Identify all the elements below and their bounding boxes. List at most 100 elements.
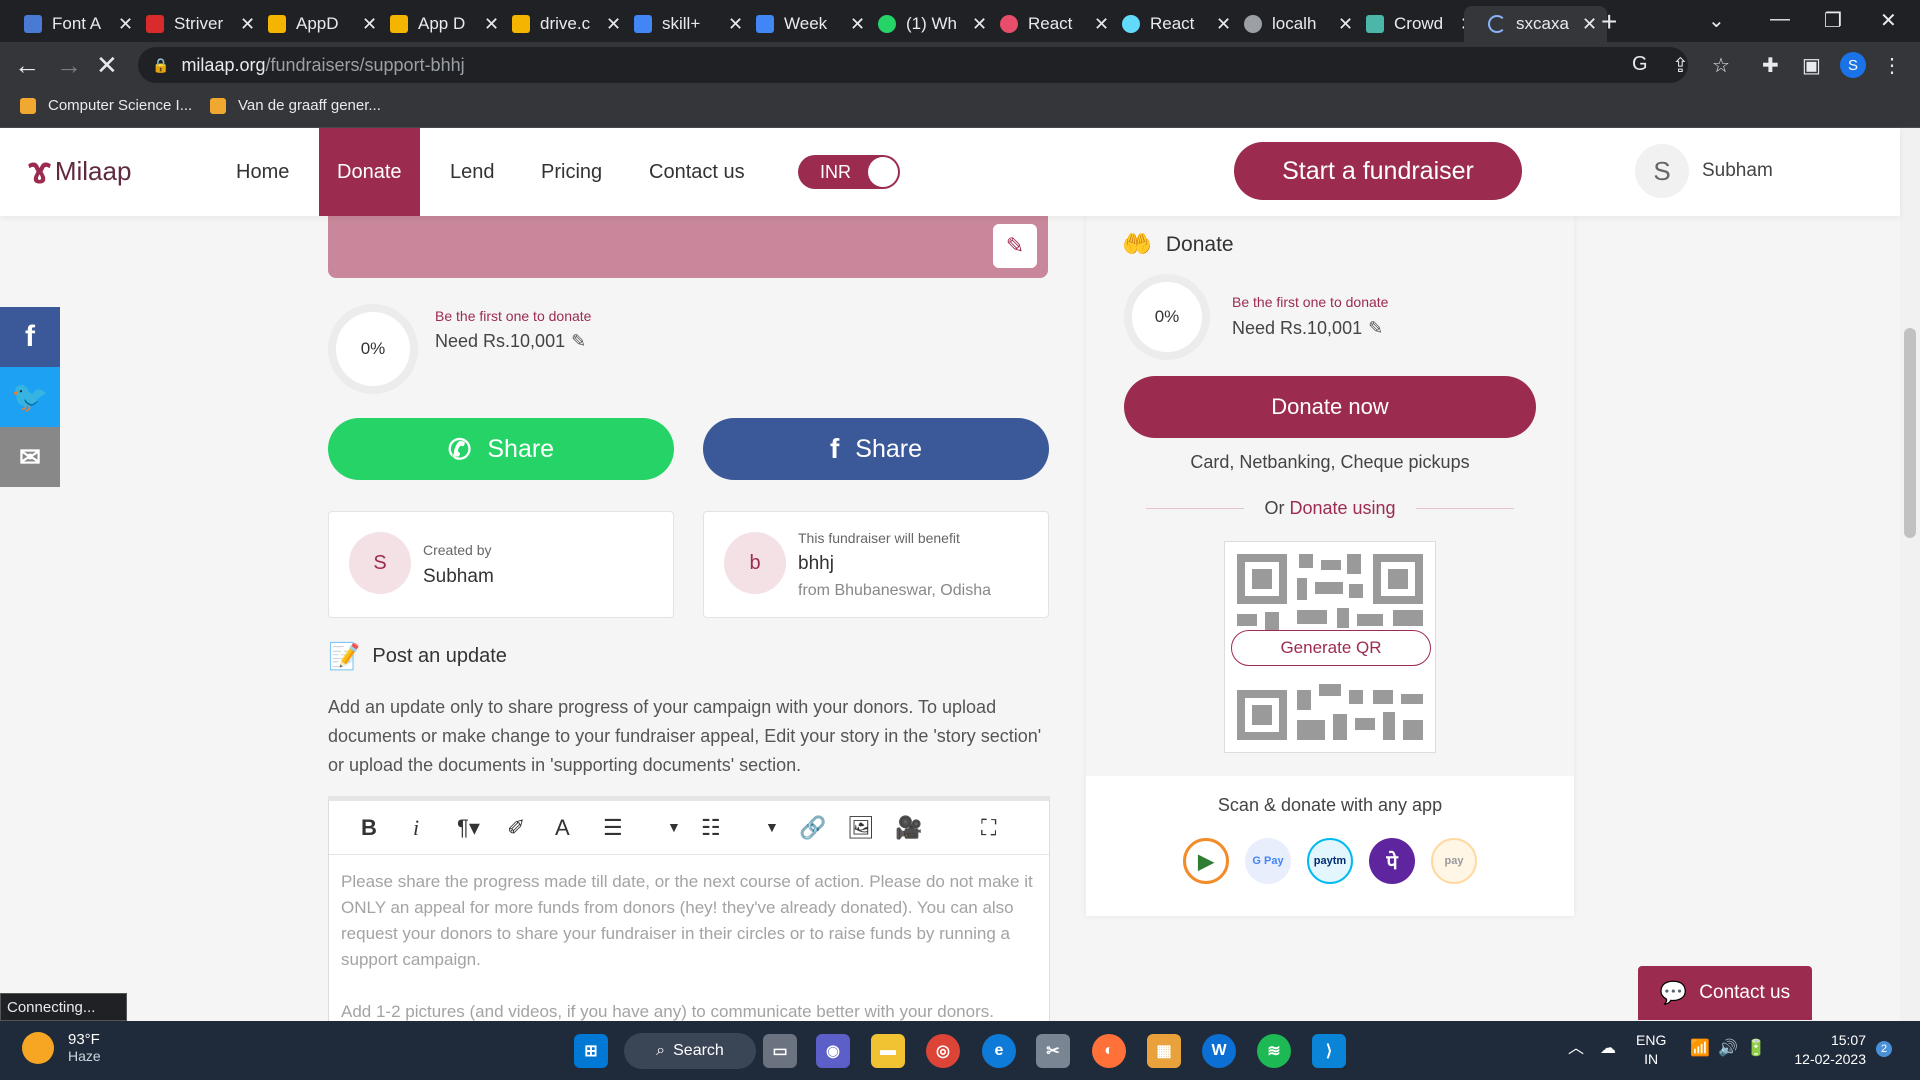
bookmark-favicon-icon [20,97,36,114]
file-explorer-icon[interactable]: ▬ [871,1034,905,1068]
google-icon[interactable]: G [1632,53,1648,76]
tab-favicon-icon [146,15,164,33]
scan-donate-text: Scan & donate with any app [1217,795,1443,815]
forward-icon[interactable]: → [56,50,82,81]
generate-qr-button[interactable]: Generate QR [1231,630,1431,666]
windows-start-icon[interactable]: ⊞ [574,1034,608,1068]
spotify-icon[interactable]: ≋ [1257,1034,1291,1068]
bookmark-star-icon[interactable]: ☆ [1712,53,1730,78]
payment-methods-text: Card, Netbanking, Cheque pickups [1190,452,1470,472]
bhim-icon[interactable]: ▶ [1183,838,1229,884]
gpay-icon[interactable]: G Pay [1245,838,1291,884]
browser-tab-active[interactable]: sxcaxa ✕ [1464,6,1608,42]
language-indicator[interactable]: ENG IN [1636,1031,1666,1069]
user-name[interactable]: Subham [1702,160,1773,182]
word-icon[interactable]: W [1202,1034,1236,1068]
lock-icon[interactable]: 🔒 [152,57,169,74]
teams-chat-icon[interactable]: ◉ [816,1034,850,1068]
video-icon[interactable]: 🎥 [895,815,922,841]
wifi-icon[interactable]: 📶 [1690,1039,1710,1058]
edge-icon[interactable]: e [982,1034,1016,1068]
beneficiary-avatar: b [724,532,786,594]
unordered-list-icon[interactable]: ☷ [701,815,721,841]
post-update-heading: 📝 Post an update [328,641,507,671]
editor-textarea[interactable]: Please share the progress made till date… [329,855,1049,1039]
whatsapp-share-button[interactable]: ✆ Share [328,418,674,480]
tab-search-chevron-icon[interactable]: ⌄ [1708,8,1725,33]
chrome-icon[interactable]: ◎ [926,1034,960,1068]
bold-icon[interactable]: B [361,815,377,841]
bookmarks-bar: Computer Science I... Van de graaff gene… [0,88,1920,128]
facebook-share-icon[interactable]: f [0,307,60,367]
highlight-icon[interactable]: ✐ [507,815,525,841]
nav-pricing[interactable]: Pricing [541,128,602,216]
nav-contact-us[interactable]: Contact us [649,128,745,216]
link-icon[interactable]: 🔗 [799,815,826,841]
stop-loading-icon[interactable]: ✕ [96,50,118,81]
bookmark-item[interactable]: Van de graaff gener... [210,97,381,114]
beneficiary-location: from Bhubaneswar, Odisha [798,582,991,599]
ordered-list-icon[interactable]: ☰ [603,815,623,841]
extensions-icon[interactable]: ✚ [1762,53,1779,78]
unordered-list-dropdown-icon[interactable]: ▼ [765,819,779,835]
nav-donate[interactable]: Donate [319,128,420,216]
url-path: /fundraisers/support-bhhj [265,54,465,75]
text-color-icon[interactable]: A [555,815,570,841]
italic-icon[interactable]: i [413,815,419,841]
email-share-icon[interactable]: ✉ [0,427,60,487]
paytm-icon[interactable]: paytm [1307,838,1353,884]
weather-widget[interactable]: 93°F Haze [22,1031,101,1064]
edit-goal-icon[interactable]: ✎ [571,331,586,351]
currency-toggle[interactable]: INR [798,155,900,189]
milaap-logo[interactable]: ɤ Milaap [28,150,131,193]
phonepe-icon[interactable]: पे [1369,838,1415,884]
restore-icon[interactable]: ❐ [1824,8,1842,33]
tab-favicon-icon [512,15,530,33]
volume-icon[interactable]: 🔊 [1718,1039,1738,1058]
image-icon[interactable]: 🖼 [847,815,875,841]
firefox-icon[interactable]: ◐ [1092,1034,1126,1068]
tray-overflow-chevron-icon[interactable]: ︿ [1568,1039,1584,1058]
edit-cover-icon[interactable]: ✎ [993,224,1037,268]
post-update-icon: 📝 [328,641,361,671]
paragraph-format-icon[interactable]: ¶▾ [457,815,480,841]
taskbar-search[interactable]: ⌕ Search [624,1033,756,1069]
nav-lend[interactable]: Lend [450,128,495,216]
ordered-list-dropdown-icon[interactable]: ▼ [667,819,681,835]
cover-image [328,216,1048,278]
new-tab-icon[interactable]: + [1601,6,1617,38]
back-icon[interactable]: ← [14,50,40,81]
bookmark-item[interactable]: Computer Science I... [20,97,192,114]
notification-badge[interactable]: 2 [1876,1041,1892,1057]
facebook-share-button[interactable]: f Share [703,418,1049,480]
task-view-icon[interactable]: ▭ [763,1034,797,1068]
share-page-icon[interactable]: ⇪ [1672,53,1689,78]
donate-now-button[interactable]: Donate now [1124,376,1536,438]
contact-us-float-button[interactable]: 💬 Contact us [1638,966,1812,1020]
edit-goal-icon[interactable]: ✎ [1368,318,1383,338]
snipping-tool-icon[interactable]: ✂ [1036,1034,1070,1068]
onedrive-icon[interactable]: ☁ [1600,1039,1616,1058]
fullscreen-icon[interactable]: ⛶ [981,815,996,841]
minimize-icon[interactable]: — [1770,8,1790,31]
close-tab-icon[interactable]: ✕ [1582,14,1597,35]
scrollbar-thumb[interactable] [1904,328,1916,538]
first-donate-text: Be the first one to donate [435,308,592,324]
sidebar-progress-ring: 0% [1124,274,1210,360]
battery-icon[interactable]: 🔋 [1746,1039,1766,1058]
microsoft-store-icon[interactable]: ▦ [1147,1034,1181,1068]
user-avatar[interactable]: S [1635,144,1689,198]
side-panel-icon[interactable]: ▣ [1802,53,1821,78]
page-scrollbar[interactable] [1900,128,1920,1021]
amazon-pay-icon[interactable]: pay [1431,838,1477,884]
nav-home[interactable]: Home [236,128,289,216]
profile-avatar[interactable]: S [1840,52,1866,78]
address-bar[interactable]: 🔒 milaap.org/fundraisers/support-bhhj [138,47,1688,83]
vscode-icon[interactable]: ⟩ [1312,1034,1346,1068]
bookmark-favicon-icon [210,97,226,114]
close-window-icon[interactable]: ✕ [1880,8,1897,33]
clock[interactable]: 15:07 12-02-2023 [1786,1031,1866,1069]
menu-kebab-icon[interactable]: ⋮ [1882,53,1902,78]
start-fundraiser-button[interactable]: Start a fundraiser [1234,142,1522,200]
twitter-share-icon[interactable]: 🐦 [0,367,60,427]
